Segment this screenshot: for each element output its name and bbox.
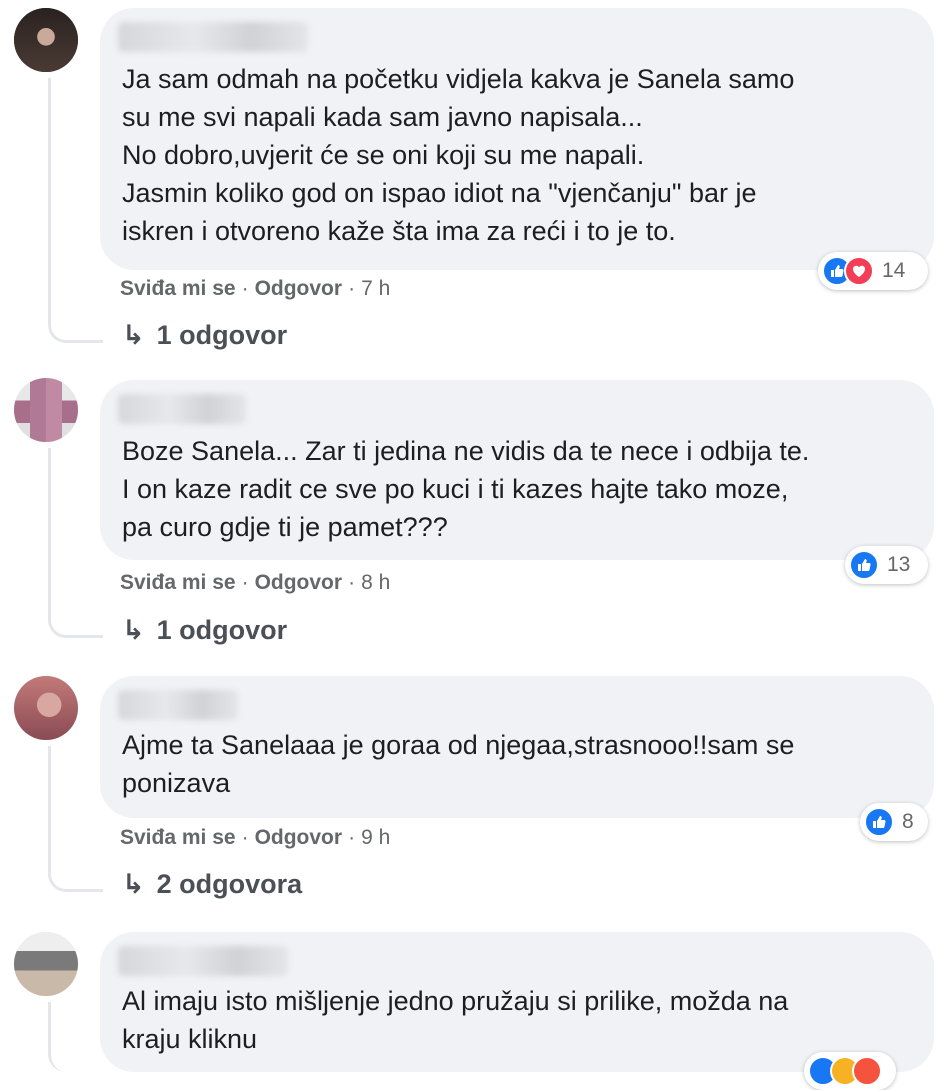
commenter-name-blurred[interactable]: [118, 690, 238, 720]
love-reaction-icon: [852, 1056, 882, 1086]
reactions-summary[interactable]: 13: [845, 546, 928, 584]
avatar[interactable]: [14, 378, 78, 442]
thread-line: [48, 1002, 103, 1072]
reply-button[interactable]: Odgovor: [255, 277, 343, 300]
timestamp[interactable]: 9 h: [361, 826, 390, 849]
commenter-name-blurred[interactable]: [118, 22, 308, 52]
reply-button[interactable]: Odgovor: [255, 571, 343, 594]
comment-bubble: Ja sam odmah na početku vidjela kakva je…: [100, 8, 934, 270]
love-reaction-icon: [844, 256, 874, 286]
reply-button[interactable]: Odgovor: [255, 826, 343, 849]
timestamp[interactable]: 8 h: [361, 571, 390, 594]
replies-count-label: 1 odgovor: [156, 615, 288, 645]
comment-bubble: Al imaju isto mišljenje jedno pružaju si…: [100, 932, 934, 1072]
replies-count-label: 2 odgovora: [156, 869, 303, 899]
avatar[interactable]: [14, 8, 78, 72]
comment-actions: Sviđa mi se · Odgovor · 9 h: [120, 826, 390, 850]
comment-text: Al imaju isto mišljenje jedno pružaju si…: [122, 986, 789, 1054]
like-button[interactable]: Sviđa mi se: [120, 277, 236, 300]
reactions-summary[interactable]: [804, 1052, 896, 1090]
comment-text: Boze Sanela... Zar ti jedina ne vidis da…: [122, 436, 810, 542]
reaction-count: 14: [882, 259, 906, 282]
view-replies-link[interactable]: ↳ 1 odgovor: [122, 615, 287, 646]
reply-arrow-icon: ↳: [122, 869, 145, 899]
reactions-summary[interactable]: 8: [860, 803, 928, 841]
timestamp[interactable]: 7 h: [361, 277, 390, 300]
like-button[interactable]: Sviđa mi se: [120, 826, 236, 849]
separator: ·: [348, 277, 356, 300]
replies-count-label: 1 odgovor: [156, 320, 288, 350]
avatar[interactable]: [14, 932, 78, 996]
comment-actions: Sviđa mi se · Odgovor · 7 h: [120, 277, 390, 301]
like-reaction-icon: [849, 550, 879, 580]
reaction-count: 13: [887, 553, 911, 576]
view-replies-link[interactable]: ↳ 1 odgovor: [122, 320, 287, 351]
view-replies-link[interactable]: ↳ 2 odgovora: [122, 869, 302, 900]
reply-arrow-icon: ↳: [122, 615, 145, 645]
avatar[interactable]: [14, 676, 78, 740]
separator: ·: [241, 277, 249, 300]
separator: ·: [348, 826, 356, 849]
thread-line: [48, 448, 103, 638]
comment-text: Ajme ta Sanelaaa je goraa od njegaa,stra…: [122, 730, 795, 798]
like-button[interactable]: Sviđa mi se: [120, 571, 236, 594]
separator: ·: [241, 571, 249, 594]
separator: ·: [241, 826, 249, 849]
commenter-name-blurred[interactable]: [118, 946, 288, 976]
commenter-name-blurred[interactable]: [118, 394, 246, 424]
comment-bubble: Ajme ta Sanelaaa je goraa od njegaa,stra…: [100, 676, 934, 818]
thread-line: [48, 746, 103, 892]
reaction-count: 8: [902, 810, 914, 833]
reply-arrow-icon: ↳: [122, 320, 145, 350]
comment-actions: Sviđa mi se · Odgovor · 8 h: [120, 571, 390, 595]
separator: ·: [348, 571, 356, 594]
like-reaction-icon: [864, 807, 894, 837]
thread-line: [48, 78, 103, 343]
reactions-summary[interactable]: 14: [818, 252, 928, 290]
comment-bubble: Boze Sanela... Zar ti jedina ne vidis da…: [100, 380, 934, 560]
comment-text: Ja sam odmah na početku vidjela kakva je…: [122, 64, 795, 246]
